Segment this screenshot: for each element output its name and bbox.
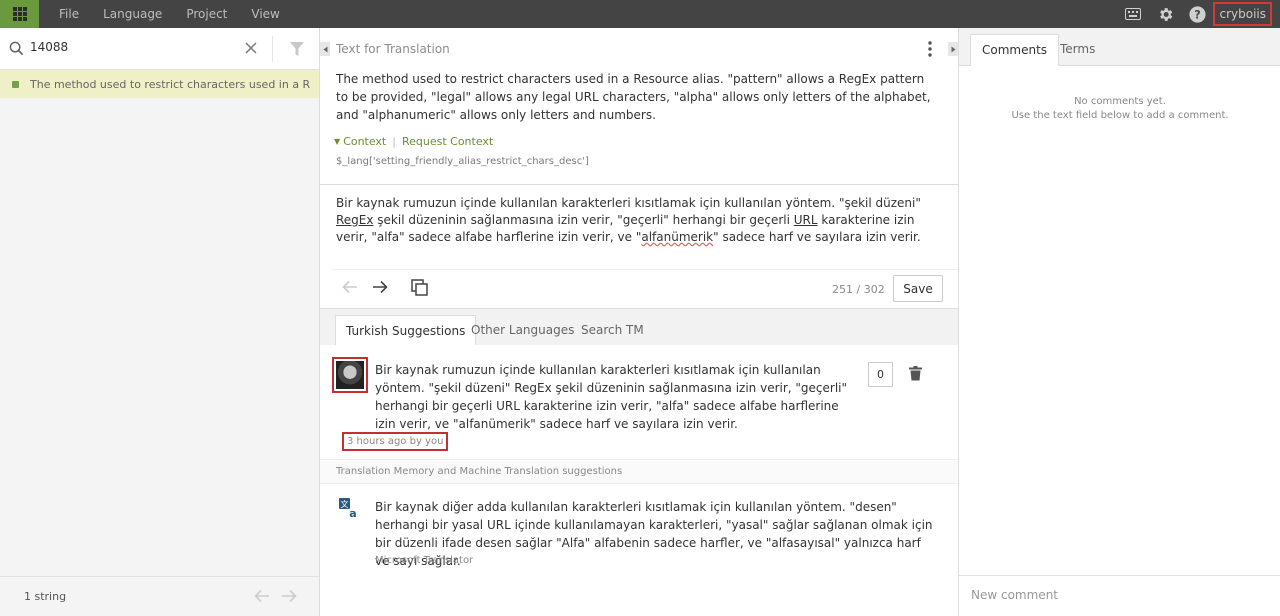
- top-bar: File Language Project View ? cryboiis: [0, 0, 1280, 28]
- new-comment-area: [959, 575, 1280, 616]
- collapse-right-button[interactable]: [948, 42, 958, 56]
- translate-icon: 文a: [339, 498, 357, 518]
- avatar: [332, 357, 368, 393]
- spellcheck-word: alfanümerik: [641, 230, 714, 244]
- status-indicator: [12, 80, 19, 88]
- arrow-right-icon[interactable]: [372, 280, 388, 294]
- translation-editor[interactable]: Bir kaynak rumuzun içinde kullanılan kar…: [336, 195, 936, 246]
- translation-text: " sadece harf ve sayılara izin verir.: [713, 230, 921, 244]
- request-context-link[interactable]: Request Context: [402, 135, 493, 148]
- tab-comments[interactable]: Comments: [970, 34, 1060, 66]
- comments-panel: Comments Terms No comments yet. Use the …: [958, 28, 1280, 616]
- translation-text: URL: [793, 213, 818, 227]
- strings-panel: The method used to restrict characters u…: [0, 28, 320, 616]
- divider: [320, 184, 958, 185]
- right-tabs: Comments Terms: [959, 28, 1280, 66]
- empty-comments-hint: Use the text field below to add a commen…: [1011, 110, 1229, 121]
- suggestion-text[interactable]: Bir kaynak rumuzun içinde kullanılan kar…: [375, 361, 855, 433]
- collapse-left-button[interactable]: [320, 42, 330, 56]
- arrow-left-icon[interactable]: [342, 280, 358, 294]
- menu-project[interactable]: Project: [178, 7, 235, 21]
- menu-language[interactable]: Language: [95, 7, 170, 21]
- search-input[interactable]: [30, 40, 230, 54]
- caret-left-icon: [323, 46, 327, 52]
- user-menu[interactable]: cryboiis: [1213, 2, 1272, 26]
- caret-right-icon: [951, 46, 955, 52]
- arrow-right-icon[interactable]: [281, 589, 297, 603]
- string-source-text: The method used to restrict characters u…: [30, 77, 310, 91]
- close-icon[interactable]: [245, 42, 257, 54]
- svg-text:a: a: [349, 507, 356, 518]
- suggestion-tabs: Turkish Suggestions Other Languages Sear…: [320, 308, 958, 346]
- suggestion-meta: 3 hours ago by you: [342, 432, 449, 451]
- arrow-left-icon[interactable]: [254, 589, 270, 603]
- filter-icon[interactable]: [289, 41, 305, 57]
- string-count: 1 string: [24, 590, 67, 603]
- translation-text: şekil düzeninin sağlanmasına izin verir,…: [373, 213, 794, 227]
- trash-icon[interactable]: [909, 366, 922, 381]
- empty-comments-message: No comments yet. Use the text field belo…: [959, 95, 1280, 123]
- source-header: Text for Translation: [336, 42, 450, 56]
- grid-icon: [12, 7, 27, 21]
- gear-icon[interactable]: [1149, 0, 1181, 28]
- caret-down-icon: ▼: [334, 137, 341, 146]
- source-text: The method used to restrict characters u…: [336, 72, 931, 122]
- divider: |: [392, 135, 396, 148]
- menu-file[interactable]: File: [51, 7, 87, 21]
- translation-text: RegEx: [336, 213, 374, 227]
- tab-search-tm[interactable]: Search TM: [571, 315, 654, 346]
- divider: [332, 269, 958, 270]
- main-menu: File Language Project View: [51, 7, 296, 21]
- strings-footer: 1 string: [0, 576, 319, 616]
- svg-text:?: ?: [1194, 8, 1200, 21]
- string-progress: 251 / 302: [832, 283, 885, 296]
- help-icon[interactable]: ?: [1181, 0, 1213, 28]
- svg-text:文: 文: [341, 499, 349, 509]
- more-options-icon[interactable]: [928, 41, 932, 57]
- divider: [272, 36, 273, 62]
- menu-view[interactable]: View: [243, 7, 287, 21]
- tab-turkish-suggestions[interactable]: Turkish Suggestions: [335, 315, 477, 346]
- string-key: $_lang['setting_friendly_alias_restrict_…: [336, 156, 589, 167]
- list-item[interactable]: The method used to restrict characters u…: [0, 70, 319, 98]
- new-comment-input[interactable]: [971, 588, 1261, 602]
- context-toggle[interactable]: Context: [343, 135, 386, 148]
- save-button[interactable]: Save: [893, 275, 943, 302]
- search-bar: [0, 28, 319, 70]
- editor-panel: Text for Translation The method used to …: [320, 28, 958, 616]
- context-links: ▼ Context | Request Context: [334, 135, 493, 148]
- tm-section-header: Translation Memory and Machine Translati…: [320, 459, 958, 484]
- suggestion-item: Bir kaynak rumuzun içinde kullanılan kar…: [320, 345, 958, 459]
- empty-comments-title: No comments yet.: [1074, 96, 1166, 107]
- search-icon: [9, 41, 24, 56]
- tm-header-label: Translation Memory and Machine Translati…: [336, 466, 623, 477]
- apps-grid-button[interactable]: [0, 0, 39, 28]
- tab-other-languages[interactable]: Other Languages: [461, 315, 584, 346]
- copy-source-icon[interactable]: [411, 279, 428, 296]
- vote-count[interactable]: 0: [868, 362, 893, 387]
- keyboard-icon[interactable]: [1117, 0, 1149, 28]
- mt-source: Microsoft Translator: [375, 555, 474, 566]
- top-right-tools: ? cryboiis: [1117, 0, 1280, 28]
- tab-terms[interactable]: Terms: [1049, 34, 1106, 66]
- translation-text: Bir kaynak rumuzun içinde kullanılan kar…: [336, 196, 921, 210]
